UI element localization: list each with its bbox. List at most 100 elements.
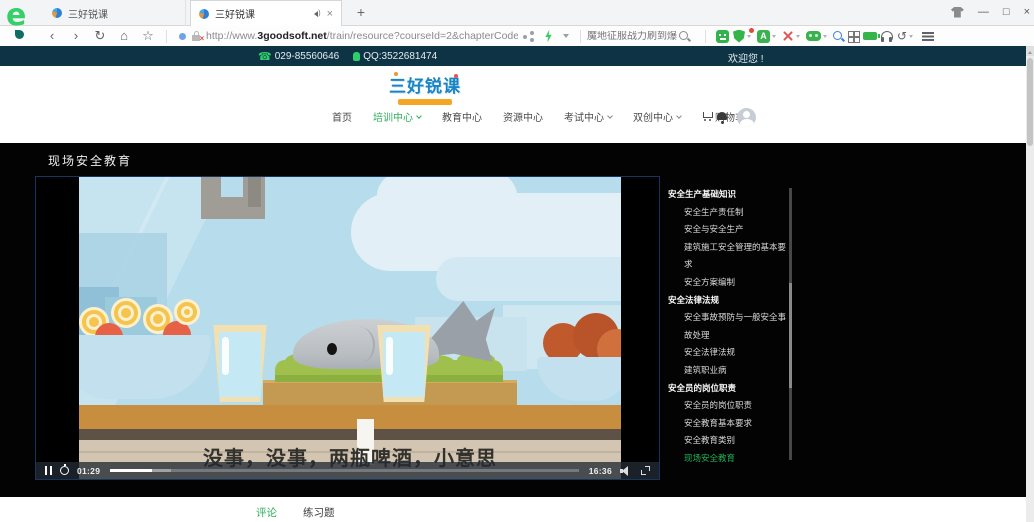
video-player[interactable]: 没事，没事，两瓶啤酒，小意思 01:29 16:36 xyxy=(35,176,660,480)
chapter-item[interactable]: 安全法律法规 xyxy=(668,292,790,310)
menu-icon[interactable] xyxy=(922,31,934,41)
window-sign xyxy=(201,177,265,219)
qq-icon xyxy=(353,52,360,61)
user-avatar[interactable] xyxy=(737,108,756,127)
site-indicator-icon xyxy=(179,33,186,40)
nav-item[interactable]: 首页 xyxy=(332,109,352,124)
browser-logo-drop xyxy=(15,30,24,39)
chapter-item[interactable]: 安全方案编制 xyxy=(684,274,788,292)
content-tab[interactable]: 练习题 xyxy=(303,505,335,522)
nav-item[interactable]: 教育中心 xyxy=(442,109,482,124)
chapter-item[interactable]: 安全教育基本要求 xyxy=(684,415,788,433)
chapter-item[interactable]: 安全生产责任制 xyxy=(684,204,788,222)
battery-saver-icon[interactable] xyxy=(863,32,877,40)
insecure-lock-icon[interactable]: × xyxy=(191,31,201,41)
browser-logo-icon[interactable]: e xyxy=(6,1,40,39)
browser-search-input[interactable] xyxy=(587,31,679,42)
page-scrollbar-thumb[interactable] xyxy=(1027,58,1033,146)
chapter-item[interactable]: 安全教育类别 xyxy=(684,432,788,450)
video-progress-fill xyxy=(110,469,152,472)
phone-number: 029-85560646 xyxy=(275,51,340,62)
tab-audio-icon[interactable]: ) xyxy=(314,10,320,17)
browser-search-box[interactable] xyxy=(587,31,699,42)
divider xyxy=(580,30,581,43)
course-content-area: 现场安全教育 xyxy=(0,143,1026,497)
nav-item[interactable]: 考试中心 xyxy=(564,109,612,124)
chapter-item[interactable]: 安全员的岗位职责 xyxy=(684,397,788,415)
volume-icon[interactable] xyxy=(620,466,632,476)
chapter-item[interactable]: 安全与安全生产 xyxy=(684,221,788,239)
chapter-item[interactable]: 现场安全教育 xyxy=(684,450,788,468)
noodle-bowl-item xyxy=(111,298,141,328)
chevron-down-icon[interactable] xyxy=(823,35,827,40)
new-tab-button[interactable]: + xyxy=(352,4,370,20)
notification-dot xyxy=(749,28,754,33)
chapter-item[interactable]: 安全事故预防与一般安全事故处理 xyxy=(684,309,788,344)
duration: 16:36 xyxy=(589,466,612,476)
qq-number: QQ:3522681474 xyxy=(363,51,437,62)
reload-icon[interactable]: ↻ xyxy=(88,27,112,45)
table-top xyxy=(79,405,621,429)
cart-icon xyxy=(702,112,712,121)
find-magnifier-icon[interactable] xyxy=(833,31,844,42)
contact-info: ☎ 029-85560646 QQ:3522681474 xyxy=(258,46,437,66)
gamepad-extension-icon[interactable] xyxy=(806,31,821,41)
chevron-down-icon[interactable] xyxy=(772,35,776,40)
chapter-scrollbar-thumb[interactable] xyxy=(789,283,792,388)
playback-timer-icon[interactable] xyxy=(60,466,69,475)
skin-theme-icon[interactable] xyxy=(951,7,964,18)
fullscreen-icon[interactable] xyxy=(641,466,650,475)
content-tab[interactable]: 评论 xyxy=(256,505,277,522)
minimize-button[interactable]: — xyxy=(978,4,989,20)
pause-button[interactable] xyxy=(45,466,52,475)
video-frame xyxy=(79,177,621,480)
back-icon[interactable]: ‹ xyxy=(40,27,64,45)
translate-extension-icon[interactable]: A xyxy=(757,30,770,43)
browser-tab-1[interactable]: 三好锐课 xyxy=(44,0,186,26)
video-progress-bar[interactable] xyxy=(110,469,579,472)
chapter-item[interactable]: 安全法律法规 xyxy=(684,344,788,362)
site-header: 三好锐课 首页 培训中心 教育中心 资源中心 考试中心 双创中心 购物车 xyxy=(0,66,1026,143)
scrollbar-up-arrow[interactable] xyxy=(1026,46,1034,56)
chevron-down-icon[interactable] xyxy=(563,34,569,41)
share-icon[interactable] xyxy=(523,31,534,42)
chevron-down-icon[interactable] xyxy=(747,35,751,40)
nav-item[interactable]: 双创中心 xyxy=(633,109,681,124)
screenshot-scissors-icon[interactable] xyxy=(782,30,794,42)
home-icon[interactable]: ⌂ xyxy=(112,27,136,45)
browser-toolbar: ‹ › ↻ ⌂ ☆ × http://www.3goodsoft.net/tra… xyxy=(0,26,1034,46)
content-tabs: 评论 练习题 xyxy=(256,505,335,522)
speed-bolt-icon[interactable] xyxy=(544,30,553,43)
chapter-item[interactable]: 建筑职业病 xyxy=(684,362,788,380)
forward-icon[interactable]: › xyxy=(64,27,88,45)
chevron-down-icon[interactable] xyxy=(909,35,913,40)
current-time: 01:29 xyxy=(77,466,100,476)
chapter-item[interactable]: 建筑施工安全管理的基本要求 xyxy=(684,239,788,274)
window-controls: — □ × xyxy=(951,4,1030,20)
phone-icon: ☎ xyxy=(258,50,272,63)
undo-icon[interactable]: ↺ xyxy=(897,30,907,43)
close-button[interactable]: × xyxy=(1024,4,1030,20)
address-bar[interactable]: × http://www.3goodsoft.net/train/resourc… xyxy=(173,30,518,42)
site-logo[interactable]: 三好锐课 xyxy=(386,72,464,105)
chapter-scrollbar[interactable] xyxy=(789,188,792,460)
notifications-bell-icon[interactable] xyxy=(717,112,727,122)
page-scrollbar[interactable] xyxy=(1026,46,1034,522)
chevron-down-icon[interactable] xyxy=(796,35,800,40)
chapter-item[interactable]: 安全生产基础知识 xyxy=(668,186,790,204)
nav-item[interactable]: 培训中心 xyxy=(373,109,421,124)
chapter-item[interactable]: 安全员的岗位职责 xyxy=(668,380,790,398)
bookmark-star-icon[interactable]: ☆ xyxy=(136,27,160,45)
headphones-icon[interactable] xyxy=(881,31,893,42)
assistant-extension-icon[interactable] xyxy=(716,30,729,43)
right-bowl xyxy=(537,357,621,401)
tab-close-icon[interactable]: × xyxy=(327,8,333,20)
search-icon[interactable] xyxy=(679,31,690,42)
apps-grid-icon[interactable] xyxy=(848,31,859,42)
browser-tab-2-active[interactable]: 三好锐课 ) × xyxy=(190,0,342,26)
extensions-area: A ↺ xyxy=(716,30,934,43)
maximize-button[interactable]: □ xyxy=(1003,4,1010,20)
security-shield-icon[interactable] xyxy=(733,30,745,43)
nav-item[interactable]: 资源中心 xyxy=(503,109,543,124)
url-text[interactable]: http://www.3goodsoft.net/train/resource?… xyxy=(206,30,518,42)
